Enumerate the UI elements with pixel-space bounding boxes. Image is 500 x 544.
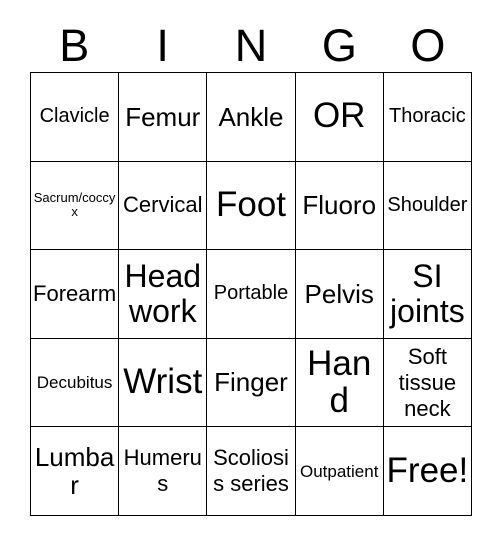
bingo-cell-label: Foot bbox=[215, 185, 287, 225]
bingo-cell-label: Forearm bbox=[33, 281, 117, 307]
bingo-cell-label: Wrist bbox=[123, 362, 203, 402]
bingo-cell[interactable]: Pelvis bbox=[295, 250, 384, 339]
bingo-cell-label: Shoulder bbox=[387, 193, 468, 216]
bingo-cell[interactable]: Forearm bbox=[31, 250, 120, 339]
bingo-cell-label: Lumbar bbox=[34, 441, 115, 501]
bingo-cell-label: Head work bbox=[124, 258, 202, 329]
header-letter-n: N bbox=[234, 19, 268, 71]
bingo-cell[interactable]: Outpatient bbox=[295, 427, 384, 516]
bingo-cell-label: Portable bbox=[213, 282, 289, 305]
bingo-cell[interactable]: OR bbox=[295, 73, 384, 162]
bingo-cell[interactable]: Soft tissue neck bbox=[383, 338, 472, 428]
bingo-cell[interactable]: SI joints bbox=[383, 250, 472, 339]
bingo-cell-label: Pelvis bbox=[304, 278, 374, 309]
bingo-cell[interactable]: Hand bbox=[295, 338, 384, 428]
bingo-cell[interactable]: Foot bbox=[207, 161, 296, 251]
bingo-cell[interactable]: Cervical bbox=[119, 161, 208, 251]
bingo-cell-label: Fluoro bbox=[302, 190, 377, 221]
bingo-cell[interactable]: Sacrum/coccyx bbox=[31, 161, 120, 251]
bingo-cell-label: Soft tissue neck bbox=[398, 343, 457, 421]
bingo-cell-label: OR bbox=[312, 96, 366, 136]
bingo-cell-label: Cervical bbox=[123, 192, 203, 218]
bingo-cell[interactable]: Scoliosis series bbox=[207, 427, 296, 516]
bingo-cell[interactable]: Lumbar bbox=[31, 427, 120, 516]
bingo-card: B I N G O Clavicle Femur Ankle OR Thorac… bbox=[0, 0, 500, 544]
bingo-cell[interactable]: Wrist bbox=[119, 338, 208, 428]
bingo-cell-label: Clavicle bbox=[39, 105, 110, 128]
bingo-cell[interactable]: Clavicle bbox=[31, 73, 120, 162]
bingo-cell[interactable]: Decubitus bbox=[31, 338, 120, 428]
bingo-cell-free[interactable]: Free! bbox=[383, 427, 472, 516]
bingo-cell-label: Finger bbox=[214, 367, 288, 398]
bingo-cell-label: SI joints bbox=[390, 258, 465, 329]
bingo-cell-label: Free! bbox=[386, 450, 469, 490]
bingo-cell[interactable]: Head work bbox=[119, 250, 208, 339]
bingo-cell-label: Scoliosis series bbox=[213, 445, 289, 497]
bingo-cell[interactable]: Ankle bbox=[207, 73, 296, 162]
header-letter-g: G bbox=[321, 19, 357, 71]
bingo-header-row: B I N G O bbox=[30, 18, 472, 72]
bingo-cell[interactable]: Shoulder bbox=[383, 161, 472, 251]
bingo-cell[interactable]: Fluoro bbox=[295, 161, 384, 251]
header-letter-b: B bbox=[59, 19, 90, 71]
bingo-cell-label: Femur bbox=[125, 101, 201, 132]
bingo-cell[interactable]: Portable bbox=[207, 250, 296, 339]
header-letter-o: O bbox=[410, 19, 446, 71]
bingo-cell[interactable]: Finger bbox=[207, 338, 296, 428]
bingo-cell-label: Sacrum/coccyx bbox=[33, 190, 116, 220]
bingo-cell-label: Thoracic bbox=[389, 105, 466, 128]
bingo-cell-label: Decubitus bbox=[36, 373, 113, 393]
bingo-cell-label: Humerus bbox=[123, 445, 202, 497]
bingo-cell[interactable]: Thoracic bbox=[383, 73, 472, 162]
bingo-cell[interactable]: Humerus bbox=[119, 427, 208, 516]
bingo-cell-label: Outpatient bbox=[299, 461, 379, 481]
header-letter-i: I bbox=[156, 19, 169, 71]
bingo-grid: Clavicle Femur Ankle OR Thoracic Sacrum/… bbox=[30, 72, 472, 516]
bingo-cell[interactable]: Femur bbox=[119, 73, 208, 162]
bingo-cell-label: Ankle bbox=[218, 101, 284, 132]
bingo-cell-label: Hand bbox=[307, 343, 372, 420]
